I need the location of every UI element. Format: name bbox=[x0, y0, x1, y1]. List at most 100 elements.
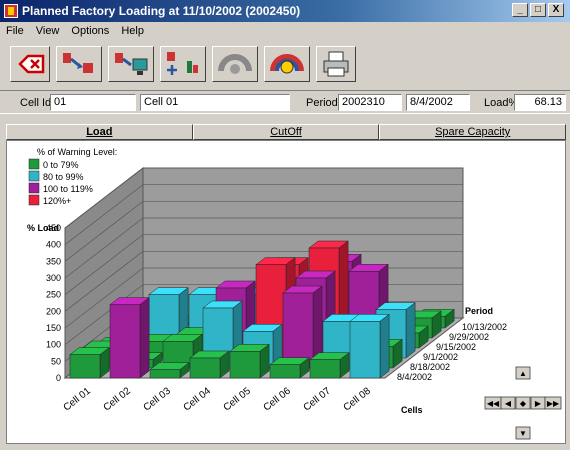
cell-name-field[interactable]: Cell 01 bbox=[140, 94, 290, 111]
cell-id-label: Cell Id bbox=[20, 97, 52, 109]
bar-front bbox=[229, 351, 261, 379]
y-tick-label: 250 bbox=[46, 290, 61, 300]
fan-chart-disabled-button[interactable] bbox=[212, 46, 258, 82]
bar-side bbox=[379, 313, 390, 379]
maximize-button[interactable]: □ bbox=[530, 3, 546, 17]
y-tick-label: 100 bbox=[46, 340, 61, 350]
y-tick-label: 150 bbox=[46, 323, 61, 333]
tab-cutoff-label: CutOff bbox=[270, 126, 302, 138]
bar-front bbox=[282, 292, 314, 369]
tab-strip: Load CutOff Spare Capacity bbox=[6, 124, 567, 140]
legend-swatch bbox=[28, 158, 40, 170]
menu-view[interactable]: View bbox=[36, 25, 60, 37]
nav-up-button[interactable]: ▲ bbox=[515, 366, 531, 380]
menu-help[interactable]: Help bbox=[121, 25, 144, 37]
bar-side bbox=[405, 302, 416, 359]
title-bar: Planned Factory Loading at 11/10/2002 (2… bbox=[0, 0, 570, 22]
delete-icon bbox=[18, 54, 45, 74]
x-tick-label: Cell 02 bbox=[102, 385, 134, 413]
period-field[interactable]: 2002310 bbox=[338, 94, 402, 111]
y-tick-label: 50 bbox=[51, 356, 61, 366]
nav-center-button[interactable]: ◆ bbox=[515, 396, 531, 410]
y-tick-label: 350 bbox=[46, 256, 61, 266]
y-tick-label: 200 bbox=[46, 306, 61, 316]
chart-panel: 0 50 100 150 200 250 300 350 400 450% Load Cell 01… bbox=[6, 140, 566, 444]
nav-last-button-glyph: ▶▶ bbox=[547, 399, 560, 408]
bar bbox=[189, 350, 230, 379]
nav-first-button-glyph: ◀◀ bbox=[487, 399, 500, 408]
x-tick-label: Cell 05 bbox=[222, 385, 254, 413]
period-label: 8/4/2002 bbox=[397, 372, 432, 382]
add-load-icon bbox=[167, 52, 198, 75]
transfer-button[interactable] bbox=[56, 46, 102, 82]
bar bbox=[349, 313, 390, 379]
legend-label: 0 to 79% bbox=[43, 160, 79, 170]
y-tick-label: 300 bbox=[46, 273, 61, 283]
bar-front bbox=[269, 364, 301, 379]
bar bbox=[269, 357, 310, 379]
cell-id-field[interactable]: 01 bbox=[50, 94, 136, 111]
bar-front bbox=[69, 354, 101, 379]
legend-title: % of Warning Level: bbox=[37, 147, 117, 157]
transfer-red-icon bbox=[63, 53, 93, 73]
nav-last-button[interactable]: ▶▶ bbox=[544, 396, 562, 410]
period-label: 9/29/2002 bbox=[449, 332, 489, 342]
bar-front bbox=[349, 321, 381, 379]
bar-side bbox=[139, 297, 150, 379]
period-label: 9/15/2002 bbox=[436, 342, 476, 352]
legend-label: 100 to 119% bbox=[43, 184, 93, 194]
x-tick-label: Cell 08 bbox=[342, 385, 374, 413]
legend-label: 120%+ bbox=[43, 196, 71, 206]
period-axis-label: Period bbox=[465, 306, 493, 316]
legend-swatch bbox=[28, 170, 40, 182]
nav-up-button-glyph: ▲ bbox=[519, 369, 527, 378]
legend-label: 80 to 99% bbox=[43, 172, 84, 182]
nav-first-button[interactable]: ◀◀ bbox=[484, 396, 502, 410]
bar bbox=[109, 297, 150, 379]
nav-down-button[interactable]: ▼ bbox=[515, 426, 531, 440]
period-date-field[interactable]: 8/4/2002 bbox=[406, 94, 470, 111]
y-tick-label: 0 bbox=[56, 373, 61, 383]
add-load-button[interactable] bbox=[160, 46, 206, 82]
delete-button[interactable] bbox=[10, 46, 50, 82]
y-tick-label: 400 bbox=[46, 240, 61, 250]
menu-file[interactable]: File bbox=[6, 25, 24, 37]
y-axis-label: % Load bbox=[27, 223, 59, 233]
nav-center-button-glyph: ◆ bbox=[520, 399, 527, 408]
bar-front bbox=[109, 304, 141, 379]
print-button[interactable] bbox=[316, 46, 356, 82]
nav-right-button[interactable]: ▶ bbox=[530, 396, 546, 410]
transfer-screen-button[interactable] bbox=[108, 46, 154, 82]
legend-swatch bbox=[28, 194, 40, 206]
transfer-screen-icon bbox=[115, 53, 148, 75]
load-chart: 050100150200250300350400450% LoadCell 01… bbox=[27, 147, 562, 440]
x-axis-label: Cells bbox=[401, 405, 423, 415]
tab-spare-capacity[interactable]: Spare Capacity bbox=[379, 124, 567, 140]
tab-load-label: Load bbox=[86, 126, 113, 138]
period-label: Period bbox=[306, 97, 338, 109]
toolbar bbox=[0, 42, 570, 86]
period-label: 9/1/2002 bbox=[423, 352, 458, 362]
tab-cutoff[interactable]: CutOff bbox=[192, 124, 380, 140]
tab-spare-capacity-label: Spare Capacity bbox=[435, 126, 511, 138]
bar bbox=[69, 347, 110, 379]
menu-bar: File View Options Help bbox=[0, 22, 570, 40]
x-tick-label: Cell 06 bbox=[262, 385, 294, 413]
load-pct-field[interactable]: 68.13 bbox=[514, 94, 566, 111]
tab-load[interactable]: Load bbox=[6, 124, 193, 140]
bar-front bbox=[309, 359, 341, 379]
bar bbox=[229, 343, 270, 379]
minimize-button[interactable]: _ bbox=[512, 3, 528, 17]
period-label: 8/18/2002 bbox=[410, 362, 450, 372]
bar-front bbox=[189, 357, 221, 379]
fan-chart-disabled-icon bbox=[218, 54, 252, 74]
printer-icon bbox=[323, 51, 349, 77]
window-title: Planned Factory Loading at 11/10/2002 (2… bbox=[22, 4, 301, 18]
fan-chart-button[interactable] bbox=[264, 46, 310, 82]
menu-options[interactable]: Options bbox=[71, 25, 109, 37]
close-button[interactable]: X bbox=[548, 3, 564, 17]
app-icon bbox=[4, 4, 18, 18]
nav-left-button[interactable]: ◀ bbox=[500, 396, 516, 410]
fan-chart-icon bbox=[270, 54, 304, 74]
nav-right-button-glyph: ▶ bbox=[535, 399, 542, 408]
